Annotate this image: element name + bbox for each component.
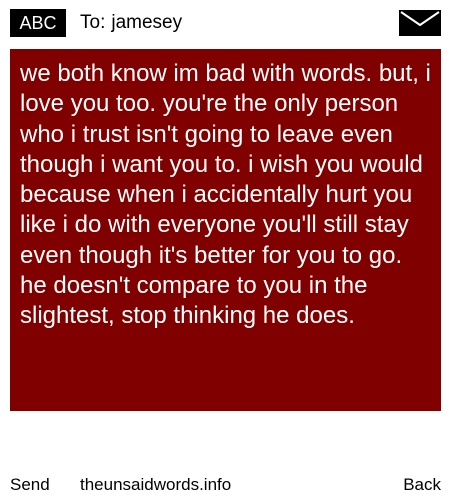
site-link[interactable]: theunsaidwords.info xyxy=(80,472,231,498)
input-mode-badge: ABC xyxy=(10,9,66,37)
message-body-box: we both know im bad with words. but, i l… xyxy=(10,49,441,411)
softkey-bar: Send theunsaidwords.info Back xyxy=(0,472,450,498)
envelope-icon xyxy=(399,10,441,36)
recipient-line: To: jamesey xyxy=(80,9,188,37)
header-bar: ABC To: jamesey xyxy=(0,0,450,44)
send-button[interactable]: Send xyxy=(10,472,50,498)
message-text: we both know im bad with words. but, i l… xyxy=(20,60,431,330)
recipient-name: jamesey xyxy=(111,12,183,33)
back-button[interactable]: Back xyxy=(403,472,441,498)
to-label: To: xyxy=(80,12,106,33)
message-screen: ABC To: jamesey we both know im bad with … xyxy=(0,0,450,500)
